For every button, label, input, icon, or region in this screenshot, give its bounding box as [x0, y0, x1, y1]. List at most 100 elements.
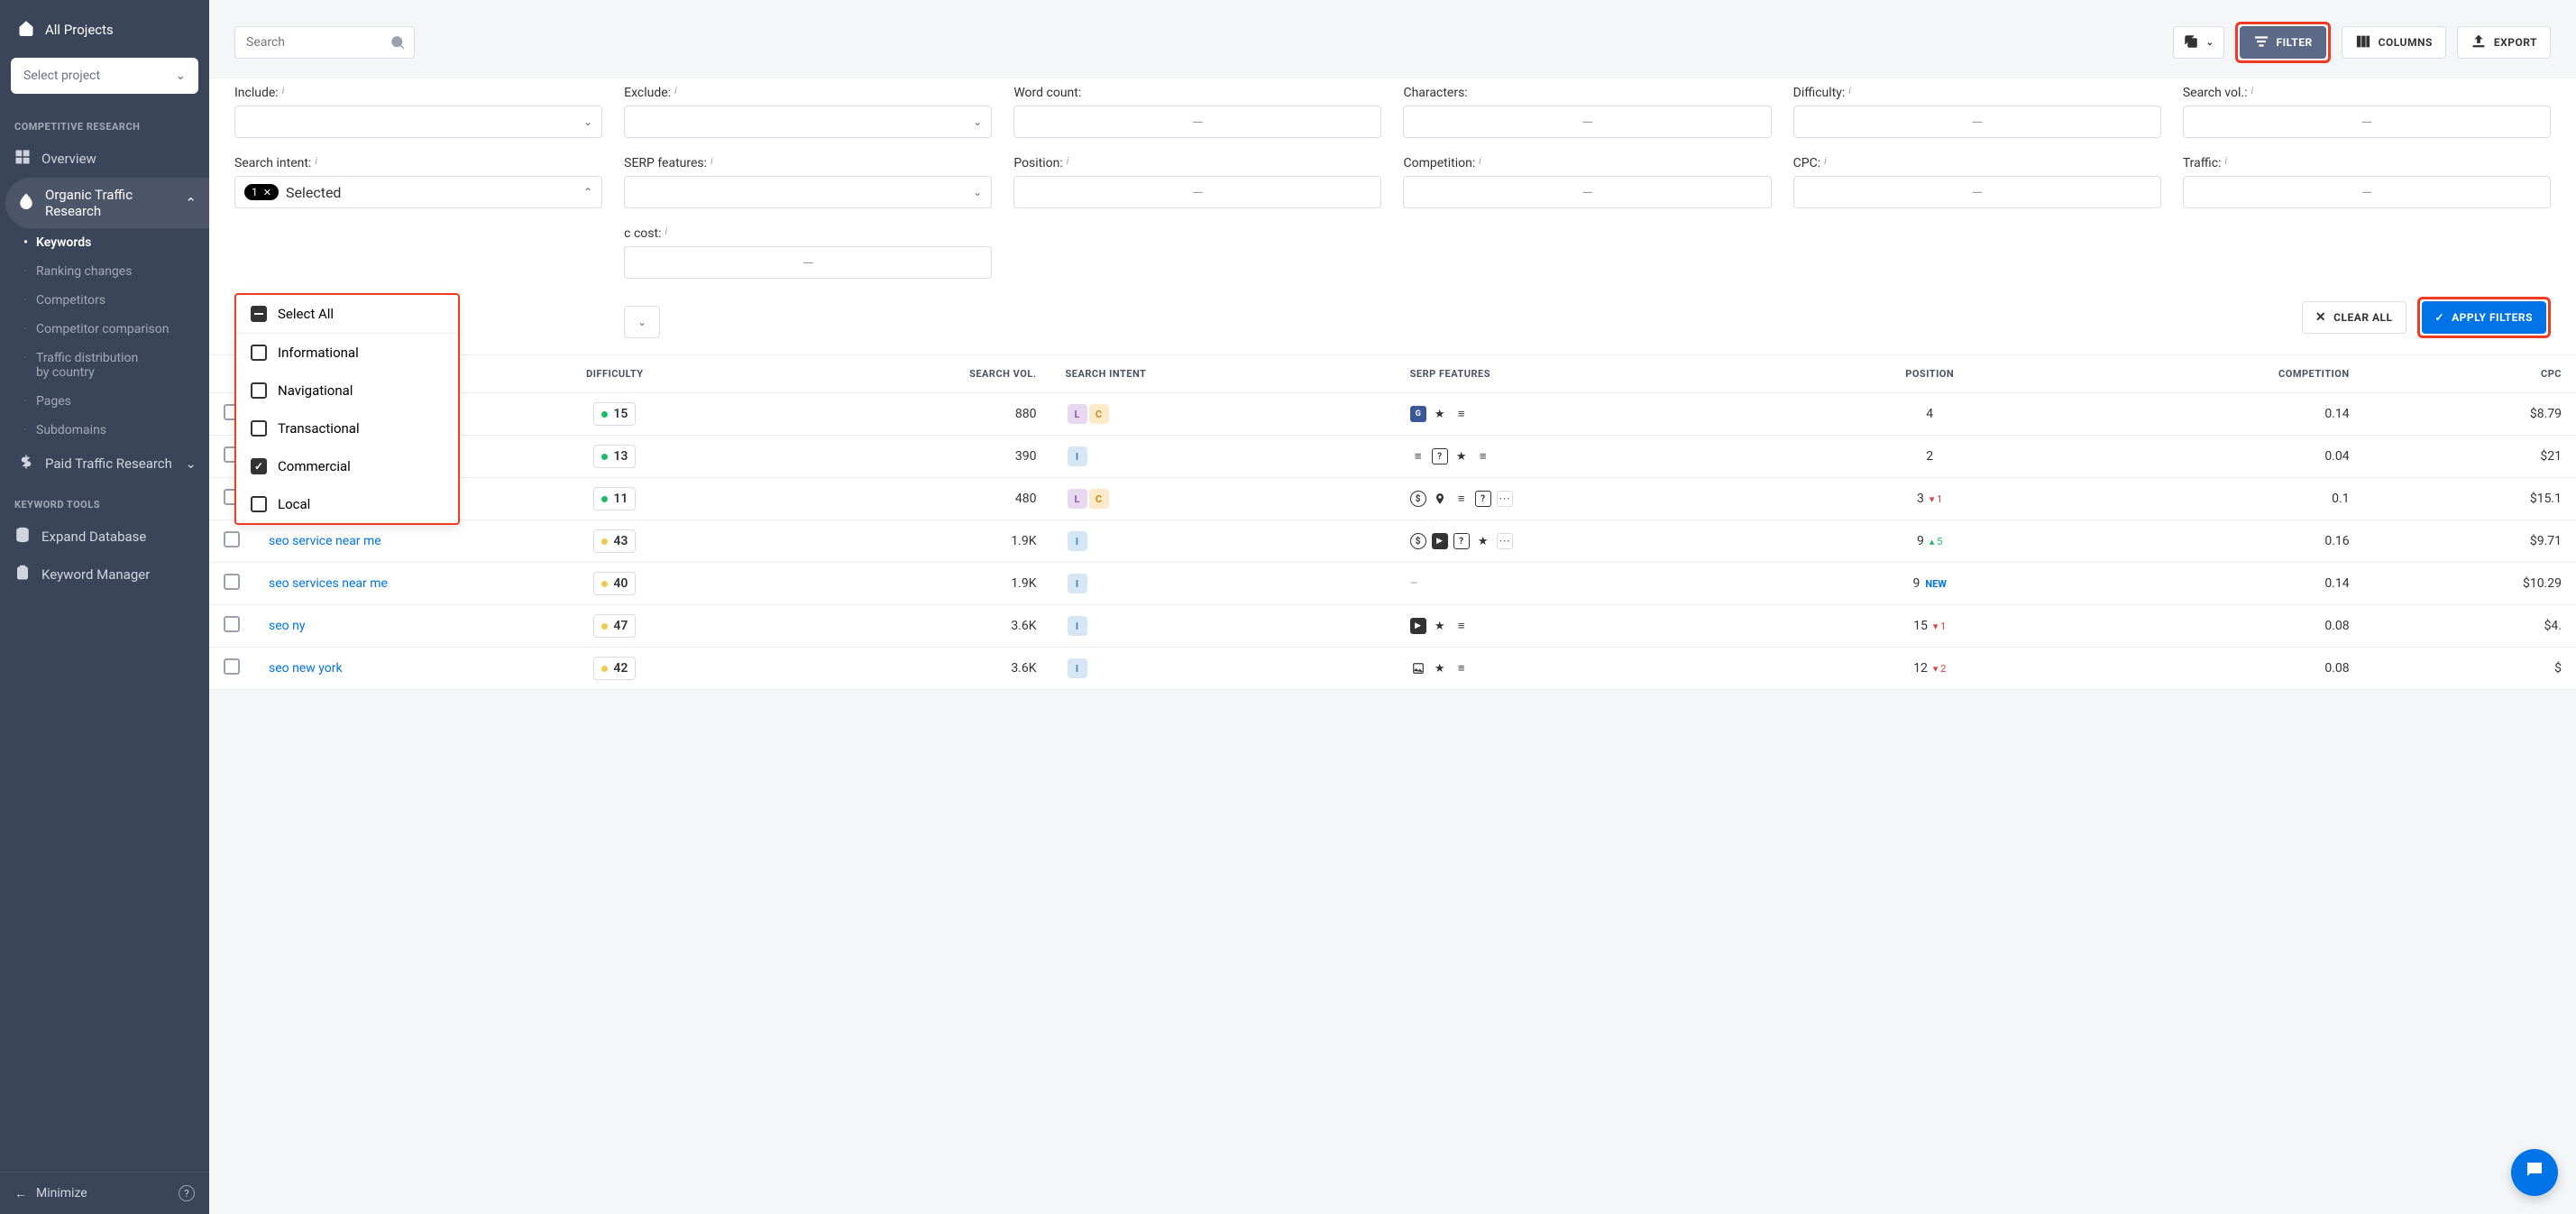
close-icon: ✕ — [263, 187, 271, 198]
small-select[interactable]: ⌄ — [624, 306, 660, 338]
row-checkbox[interactable] — [224, 574, 240, 590]
serpfeatures-select[interactable]: ⌄ — [624, 176, 992, 208]
subnav-competitor-comparison[interactable]: Competitor comparison — [7, 315, 209, 344]
export-label: EXPORT — [2494, 36, 2537, 49]
project-select[interactable]: Select project ⌄ — [11, 58, 198, 94]
checkbox-icon — [251, 382, 267, 399]
difficulty-input[interactable]: — — [1793, 106, 2161, 138]
all-projects-link[interactable]: All Projects — [11, 11, 198, 49]
searchvol-label: Search vol.: i — [2183, 86, 2551, 100]
keyword-link[interactable]: seo ny — [269, 619, 305, 633]
apply-filters-button[interactable]: ✓ APPLY FILTERS — [2422, 301, 2546, 334]
minimize-button[interactable]: ← Minimize — [14, 1186, 87, 1201]
star-icon: ★ — [1432, 618, 1448, 634]
upload-icon — [2471, 33, 2487, 52]
pin-icon — [1432, 491, 1448, 507]
include-select[interactable]: ⌄ — [234, 106, 602, 138]
col-position[interactable]: POSITION — [1809, 355, 2051, 393]
row-checkbox[interactable] — [224, 616, 240, 632]
export-button[interactable]: EXPORT — [2457, 26, 2551, 59]
col-searchintent[interactable]: SEARCH INTENT — [1051, 355, 1396, 393]
dd-commercial[interactable]: Commercial — [236, 447, 458, 485]
nav-organic-traffic[interactable]: Organic Traffic Research ⌃ — [5, 178, 209, 228]
subnav-traffic-distribution[interactable]: Traffic distribution by country — [7, 344, 160, 387]
clear-all-label: CLEAR ALL — [2333, 311, 2392, 324]
nav-overview[interactable]: Overview — [0, 140, 209, 178]
apply-highlight: ✓ APPLY FILTERS — [2417, 297, 2551, 338]
star-icon: ★ — [1453, 448, 1470, 464]
dd-navigational[interactable]: Navigational — [236, 372, 458, 409]
cpc-cell: $15.1 — [2364, 478, 2576, 520]
dd-transactional[interactable]: Transactional — [236, 409, 458, 447]
position-change: NEW — [1925, 578, 1947, 590]
subnav-ranking-changes[interactable]: Ranking changes — [7, 257, 209, 286]
serp-icons: – — [1410, 576, 1794, 591]
selected-pill[interactable]: 1✕ — [244, 184, 279, 200]
traffic-label: Traffic: i — [2183, 156, 2551, 170]
leaf-icon — [18, 193, 34, 213]
subnav-competitors[interactable]: Competitors — [7, 286, 209, 315]
col-difficulty[interactable]: DIFFICULTY — [480, 355, 750, 393]
copy-button[interactable]: ⌄ — [2173, 26, 2224, 59]
grid-icon — [14, 149, 31, 169]
star-icon: ★ — [1432, 406, 1448, 422]
competitive-research-label: COMPETITIVE RESEARCH — [0, 105, 209, 140]
filter-highlight: FILTER — [2235, 22, 2331, 63]
filter-button[interactable]: FILTER — [2240, 26, 2326, 59]
trafficcost-input[interactable]: — — [624, 246, 992, 279]
chat-bubble[interactable] — [2511, 1149, 2558, 1196]
subnav-pages[interactable]: Pages — [7, 387, 209, 416]
searchintent-label: Search intent: i — [234, 156, 602, 170]
cpc-input[interactable]: — — [1793, 176, 2161, 208]
subnav-subdomains[interactable]: Subdomains — [7, 416, 209, 445]
nav-keyword-manager[interactable]: Keyword Manager — [0, 556, 209, 593]
difficulty-badge: 11 — [593, 487, 636, 510]
vol-cell: 3.6K — [750, 605, 1051, 648]
competition-cell: 0.1 — [2051, 478, 2364, 520]
clear-all-button[interactable]: ✕ CLEAR ALL — [2302, 301, 2406, 334]
dd-select-all[interactable]: Select All — [236, 295, 458, 334]
col-serpfeatures[interactable]: SERP FEATURES — [1396, 355, 1809, 393]
home-icon — [18, 20, 34, 40]
organic-subnav: Keywords Ranking changes Competitors Com… — [0, 228, 209, 445]
main-content: ⌄ FILTER COLUMNS EXPORT — [209, 0, 2576, 1214]
searchvol-input[interactable]: — — [2183, 106, 2551, 138]
col-competition[interactable]: COMPETITION — [2051, 355, 2364, 393]
position-input[interactable]: — — [1013, 176, 1381, 208]
search-input[interactable] — [234, 26, 415, 59]
row-checkbox[interactable] — [224, 531, 240, 547]
nav-paid-traffic[interactable]: Paid Traffic Research ⌄ — [5, 445, 209, 483]
table-row: 15 880 LC G★≡ 4 0.14 $8.79 — [209, 393, 2576, 436]
video-icon: ▶ — [1410, 618, 1426, 634]
keyword-manager-label: Keyword Manager — [41, 566, 150, 583]
nav-expand-database[interactable]: Expand Database — [0, 518, 209, 556]
copy-icon — [2183, 33, 2199, 52]
clipboard-icon — [14, 565, 31, 584]
competition-input[interactable]: — — [1403, 176, 1771, 208]
searchintent-select[interactable]: 1✕ Selected ⌃ — [234, 176, 602, 208]
organic-traffic-label: Organic Traffic Research — [45, 187, 153, 219]
wordcount-input[interactable]: — — [1013, 106, 1381, 138]
columns-button[interactable]: COLUMNS — [2342, 26, 2446, 59]
subnav-keywords[interactable]: Keywords — [7, 228, 209, 257]
serp-icons: ≡?★≡ — [1410, 448, 1794, 464]
keyword-link[interactable]: seo service near me — [269, 534, 381, 548]
serp-icons: G★≡ — [1410, 406, 1794, 422]
dd-informational[interactable]: Informational — [236, 334, 458, 372]
keyword-link[interactable]: seo services near me — [269, 576, 388, 591]
dash-text: – — [1410, 576, 1418, 591]
intent-badge-i: I — [1068, 531, 1087, 551]
col-cpc[interactable]: CPC — [2364, 355, 2576, 393]
keyword-link[interactable]: seo new york — [269, 661, 343, 676]
exclude-select[interactable]: ⌄ — [624, 106, 992, 138]
checkbox-indeterminate-icon — [251, 306, 267, 322]
chevron-down-icon: ⌄ — [2206, 38, 2214, 48]
characters-input[interactable]: — — [1403, 106, 1771, 138]
all-projects-label: All Projects — [45, 22, 114, 38]
col-searchvol[interactable]: SEARCH VOL. — [750, 355, 1051, 393]
dd-local[interactable]: Local — [236, 485, 458, 523]
topbar: ⌄ FILTER COLUMNS EXPORT — [209, 0, 2576, 78]
row-checkbox[interactable] — [224, 658, 240, 675]
help-icon[interactable]: ? — [179, 1185, 195, 1201]
traffic-input[interactable]: — — [2183, 176, 2551, 208]
